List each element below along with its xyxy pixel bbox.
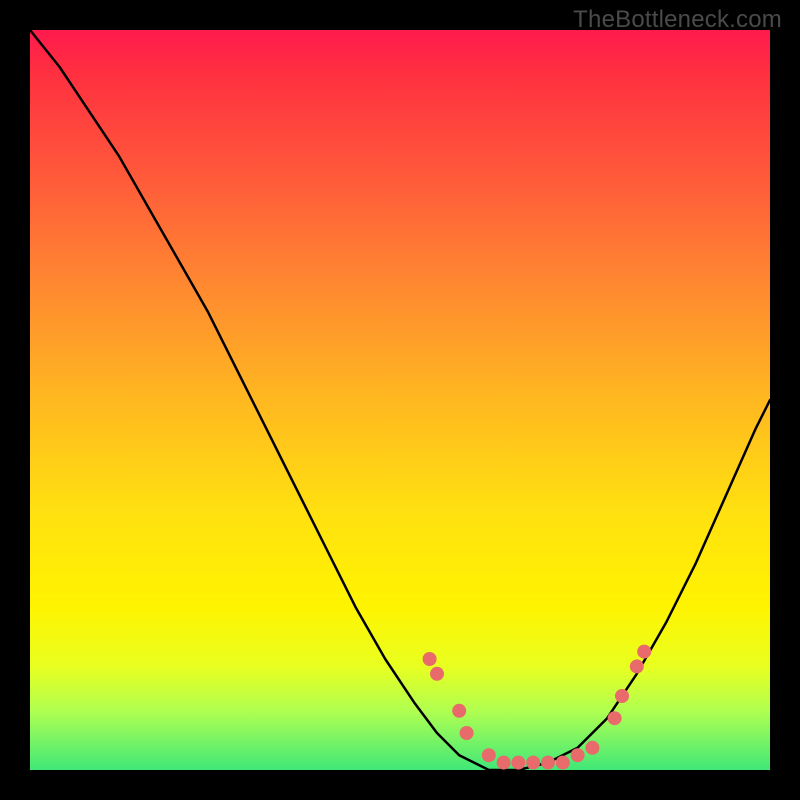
bottleneck-chart bbox=[30, 30, 770, 770]
optimum-dot bbox=[637, 645, 651, 659]
chart-area bbox=[30, 30, 770, 770]
optimum-dot bbox=[556, 756, 570, 770]
optimum-dot bbox=[585, 741, 599, 755]
optimum-dots bbox=[423, 645, 652, 770]
optimum-dot bbox=[571, 748, 585, 762]
optimum-dot bbox=[452, 704, 466, 718]
optimum-dot bbox=[497, 756, 511, 770]
outer-frame: TheBottleneck.com bbox=[0, 0, 800, 800]
optimum-dot bbox=[541, 756, 555, 770]
optimum-dot bbox=[526, 756, 540, 770]
optimum-dot bbox=[460, 726, 474, 740]
optimum-dot bbox=[482, 748, 496, 762]
optimum-dot bbox=[423, 652, 437, 666]
optimum-dot bbox=[511, 756, 525, 770]
optimum-dot bbox=[430, 667, 444, 681]
optimum-dot bbox=[615, 689, 629, 703]
optimum-dot bbox=[608, 711, 622, 725]
optimum-dot bbox=[630, 659, 644, 673]
bottleneck-curve-line bbox=[30, 30, 770, 770]
